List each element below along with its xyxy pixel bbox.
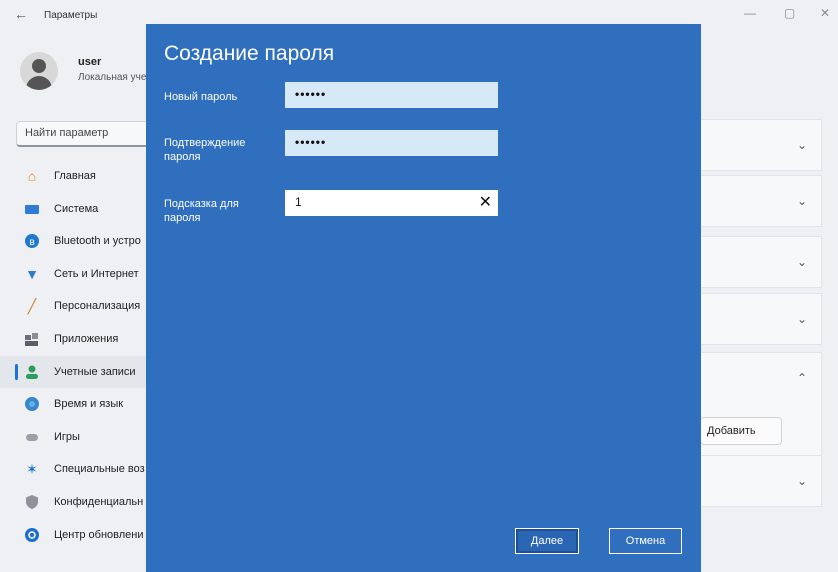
sidebar-item-label: Игры [54,430,80,443]
new-password-label: Новый пароль [164,91,238,103]
home-icon: ⌂ [27,168,37,184]
dialog-title: Создание пароля [164,42,335,65]
update-icon [24,527,40,543]
accessibility-icon: ✶ [26,461,38,478]
settings-window: ← Параметры — ▢ ✕ user Локальная учет На… [0,0,838,572]
app-title: Параметры [44,10,98,21]
accounts-icon [24,364,40,380]
settings-card[interactable]: ⌄ [690,119,822,171]
sidebar-item-privacy[interactable]: Конфиденциальн [0,486,150,519]
cancel-button[interactable]: Отмена [609,528,682,554]
sidebar-item-home[interactable]: ⌂ Главная [0,160,150,193]
new-password-value: •••••• [295,87,327,101]
search-input[interactable]: Найти параметр [16,121,166,147]
sidebar-item-label: Сеть и Интернет [54,267,139,280]
apps-icon [24,331,40,347]
sidebar-item-update[interactable]: Центр обновлени [0,519,150,552]
search-placeholder: Найти параметр [25,127,109,139]
user-name: user [78,56,102,68]
settings-card[interactable]: ⌄ [690,175,822,227]
next-button-label: Далее [530,535,564,547]
chevron-down-icon: ⌄ [796,474,807,488]
chevron-down-icon: ⌄ [796,138,807,152]
sidebar-item-accessibility[interactable]: ✶ Специальные воз [0,453,150,486]
cancel-button-label: Отмена [625,535,666,547]
confirm-password-field[interactable]: •••••• [285,130,498,156]
sidebar-item-apps[interactable]: Приложения [0,323,150,356]
sidebar-nav: ⌂ Главная Система ʙ Bluetooth и устро ▼ … [0,160,150,551]
confirm-password-label: Подтверждение пароля [164,137,246,163]
sidebar-item-gaming[interactable]: Игры [0,421,150,454]
sidebar-item-network[interactable]: ▼ Сеть и Интернет [0,258,150,291]
settings-card-expanded[interactable]: ⌃ [690,352,822,462]
back-arrow-icon[interactable]: ← [14,6,28,22]
sidebar-item-label: Bluetooth и устро [54,235,141,248]
confirm-password-value: •••••• [295,135,327,149]
settings-card[interactable]: ⌄ [690,293,822,345]
network-icon: ▼ [25,265,39,282]
bluetooth-icon: ʙ [24,233,40,249]
sidebar-item-system[interactable]: Система [0,193,150,226]
add-button[interactable]: Добавить [700,417,782,445]
account-type: Локальная учет [78,72,151,83]
sidebar-item-personalization[interactable]: ╱ Персонализация [0,290,150,323]
sidebar-item-label: Приложения [54,332,119,345]
minimize-icon[interactable]: — [744,6,756,20]
maximize-icon[interactable]: ▢ [784,6,795,20]
brush-icon: ╱ [27,298,37,315]
chevron-down-icon: ⌄ [796,194,807,208]
settings-card[interactable]: ⌄ [690,455,822,507]
sidebar-item-label: Главная [54,170,96,182]
gaming-icon [24,429,40,445]
clear-icon[interactable]: ✕ [479,192,492,212]
user-profile[interactable]: user Локальная учет [20,50,151,98]
system-icon [24,201,40,217]
privacy-icon [24,494,40,510]
selection-indicator [15,363,18,380]
sidebar-item-label: Центр обновлени [54,528,144,541]
settings-card[interactable]: ⌄ [690,236,822,288]
svg-text:ʙ: ʙ [29,237,35,248]
new-password-field[interactable]: •••••• [285,82,498,108]
sidebar-item-accounts[interactable]: Учетные записи [0,355,150,389]
sidebar-item-label: Специальные воз [54,463,145,476]
password-hint-label: Подсказка для пароля [164,198,239,224]
sidebar-item-label: Время и язык [54,398,124,411]
avatar [20,52,58,90]
add-button-label: Добавить [707,425,756,437]
time-language-icon [24,396,40,412]
password-hint-value: 1 [295,195,303,209]
chevron-down-icon: ⌄ [796,312,807,326]
sidebar-item-label: Система [54,202,99,215]
sidebar-item-label: Персонализация [54,300,141,313]
sidebar-item-label: Учетные записи [54,365,136,378]
sidebar-item-label: Конфиденциальн [54,495,144,508]
sidebar-item-bluetooth[interactable]: ʙ Bluetooth и устро [0,225,150,258]
sidebar-item-time-language[interactable]: Время и язык [0,388,150,421]
close-icon[interactable]: ✕ [820,6,830,20]
next-button[interactable]: Далее [515,528,579,554]
create-password-dialog: Создание пароля Новый пароль •••••• Подт… [146,24,701,572]
chevron-down-icon: ⌄ [796,255,807,269]
password-hint-field[interactable]: 1 ✕ [285,190,498,216]
chevron-up-icon: ⌃ [796,371,807,385]
